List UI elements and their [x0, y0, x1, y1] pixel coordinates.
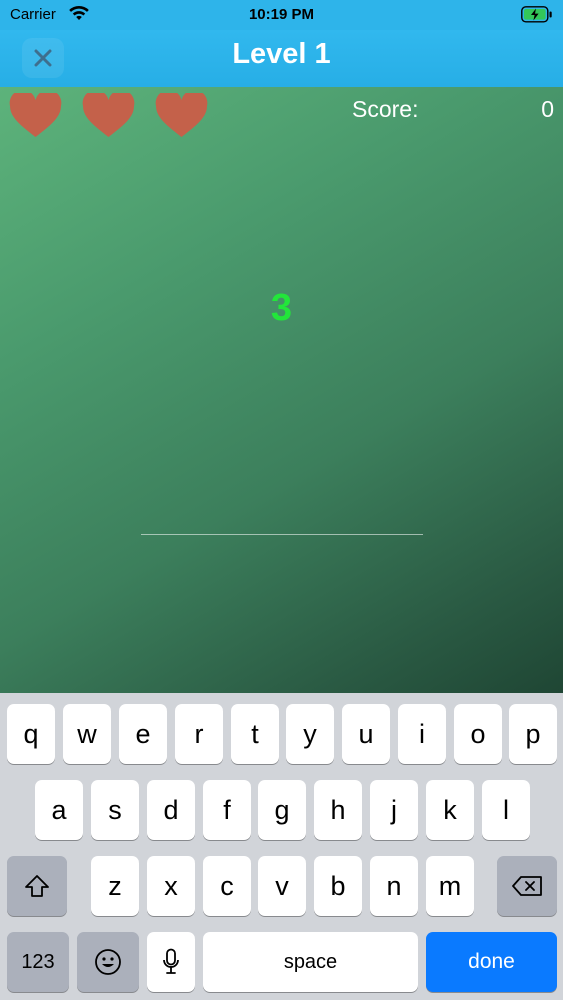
- delete-icon: [512, 876, 542, 896]
- heart-icon: [9, 93, 62, 137]
- key-i[interactable]: i: [398, 704, 446, 764]
- key-r[interactable]: r: [175, 704, 223, 764]
- countdown-number: 3: [270, 287, 293, 329]
- nav-bar: Level 1: [0, 30, 563, 87]
- score-label: Score:: [352, 96, 419, 122]
- delete-key[interactable]: [497, 856, 557, 916]
- key-y[interactable]: y: [286, 704, 334, 764]
- key-f[interactable]: f: [203, 780, 251, 840]
- shift-icon: [25, 875, 49, 897]
- heart-icon: [155, 93, 208, 137]
- key-s[interactable]: s: [91, 780, 139, 840]
- key-l[interactable]: l: [482, 780, 530, 840]
- status-bar: Carrier 10:19 PM: [0, 0, 563, 30]
- key-x[interactable]: x: [147, 856, 195, 916]
- key-m[interactable]: m: [426, 856, 474, 916]
- key-b[interactable]: b: [314, 856, 362, 916]
- lives-hearts: [8, 93, 209, 139]
- key-z[interactable]: z: [91, 856, 139, 916]
- key-v[interactable]: v: [258, 856, 306, 916]
- level-title: Level 1: [232, 38, 331, 70]
- microphone-key[interactable]: [147, 932, 195, 992]
- clock: 10:19 PM: [248, 6, 315, 23]
- key-o[interactable]: o: [454, 704, 502, 764]
- key-a[interactable]: a: [35, 780, 83, 840]
- key-p[interactable]: p: [509, 704, 557, 764]
- keyboard: q w e r t y u i o p a s d f g h j k l z …: [0, 693, 563, 1000]
- shift-key[interactable]: [7, 856, 67, 916]
- key-k[interactable]: k: [426, 780, 474, 840]
- game-area: Score: 0 3: [0, 87, 563, 693]
- battery-charging-icon: [521, 6, 552, 23]
- key-d[interactable]: d: [147, 780, 195, 840]
- key-w[interactable]: w: [63, 704, 111, 764]
- key-c[interactable]: c: [203, 856, 251, 916]
- emoji-icon: [95, 949, 121, 975]
- answer-input[interactable]: [141, 507, 423, 535]
- emoji-key[interactable]: [77, 932, 139, 992]
- key-e[interactable]: e: [119, 704, 167, 764]
- key-h[interactable]: h: [314, 780, 362, 840]
- key-t[interactable]: t: [231, 704, 279, 764]
- key-q[interactable]: q: [7, 704, 55, 764]
- key-n[interactable]: n: [370, 856, 418, 916]
- numbers-key[interactable]: 123: [7, 932, 69, 992]
- done-key[interactable]: done: [426, 932, 557, 992]
- microphone-icon: [163, 948, 179, 974]
- key-j[interactable]: j: [370, 780, 418, 840]
- key-u[interactable]: u: [342, 704, 390, 764]
- heart-icon: [82, 93, 135, 137]
- space-key[interactable]: space: [203, 932, 418, 992]
- score-value: 0: [541, 96, 554, 122]
- key-g[interactable]: g: [258, 780, 306, 840]
